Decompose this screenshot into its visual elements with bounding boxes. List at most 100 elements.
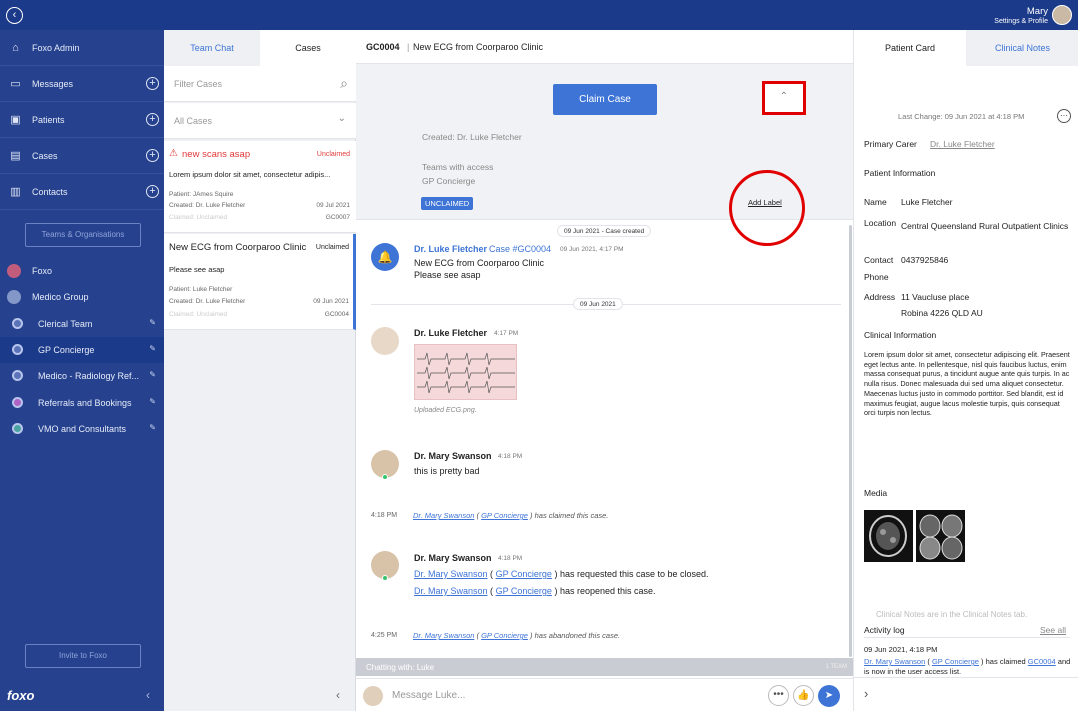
case-title: New ECG from Coorparoo Clinic — [169, 242, 307, 253]
case-card[interactable]: ⚠ new scans asap Unclaimed Lorem ipsum d… — [164, 141, 356, 233]
sidebar-item-patients[interactable]: ▣ Patients + — [0, 102, 164, 138]
add-patient-icon[interactable]: + — [146, 113, 159, 126]
ecg-image[interactable] — [414, 344, 517, 400]
tab-clinical-notes[interactable]: Clinical Notes — [966, 30, 1078, 66]
group-foxo[interactable]: Foxo — [0, 258, 164, 284]
search-icon[interactable]: ⌕ — [340, 75, 348, 92]
user-link[interactable]: Dr. Mary Swanson — [413, 631, 474, 640]
pin-icon[interactable]: ✎ — [149, 423, 156, 432]
teams-organisations-button[interactable]: Teams & Organisations — [25, 223, 141, 247]
primary-carer-link[interactable]: Dr. Luke Fletcher — [930, 139, 995, 149]
media-thumbnail[interactable] — [864, 510, 913, 562]
case-main: GC0004 | New ECG from Coorparoo Clinic ✆… — [356, 30, 1056, 711]
user-link[interactable]: Dr. Mary Swanson — [413, 511, 474, 520]
case-card-selected[interactable]: New ECG from Coorparoo Clinic Unclaimed … — [164, 234, 356, 330]
clinical-info-heading: Clinical Information — [864, 330, 937, 340]
patient-panel: Patient Card Clinical Notes Last Change:… — [853, 30, 1078, 711]
sidebar-item-label: Contacts — [32, 187, 68, 197]
paren-close: ) — [530, 511, 533, 520]
thumbs-up-icon[interactable]: 👍 — [793, 685, 814, 706]
sidebar-item-cases[interactable]: ▤ Cases + — [0, 138, 164, 174]
team-link[interactable]: GP Concierge — [481, 511, 528, 520]
chatting-teams: 1 TEAM — [825, 664, 847, 670]
message-text: Dr. Mary Swanson ( GP Concierge ) has re… — [414, 569, 709, 579]
see-all-link[interactable]: See all — [1040, 625, 1066, 635]
case-ref-link[interactable]: Case #GC0004 — [489, 244, 551, 254]
add-contact-icon[interactable]: + — [146, 185, 159, 198]
more-icon[interactable]: ··· — [1057, 109, 1071, 123]
team-medico-radiology[interactable]: Medico - Radiology Ref... ✎ — [0, 363, 164, 389]
user-link[interactable]: Dr. Mary Swanson — [414, 586, 488, 596]
settings-profile-link[interactable]: Settings & Profile — [994, 18, 1048, 25]
back-icon[interactable]: ‹ — [6, 7, 23, 24]
message-input[interactable]: Message Luke... — [392, 690, 465, 701]
pin-icon[interactable]: ✎ — [149, 397, 156, 406]
team-link[interactable]: GP Concierge — [932, 657, 979, 666]
patient-info-heading: Patient Information — [864, 168, 936, 178]
team-link[interactable]: GP Concierge — [496, 586, 552, 596]
sender-name[interactable]: Dr. Luke Fletcher — [414, 244, 487, 254]
add-message-icon[interactable]: + — [146, 77, 159, 90]
case-preview: Please see asap — [169, 265, 225, 274]
paren-open: ( — [476, 631, 480, 640]
sender-name[interactable]: Dr. Mary Swanson — [414, 553, 492, 563]
collapse-sidebar-icon[interactable]: ‹ — [146, 688, 150, 702]
pin-icon[interactable]: ✎ — [149, 370, 156, 379]
invite-button[interactable]: Invite to Foxo — [25, 644, 141, 668]
log-entry: Dr. Mary Swanson ( GP Concierge ) has cl… — [864, 657, 1074, 677]
message-time: 4:18 PM — [498, 453, 523, 460]
sidebar-item-messages[interactable]: ▭ Messages + — [0, 66, 164, 102]
case-link[interactable]: GC0004 — [1028, 657, 1056, 666]
paren-close: ) — [554, 586, 558, 596]
team-link[interactable]: GP Concierge — [496, 569, 552, 579]
send-icon[interactable]: ➤ — [818, 685, 840, 707]
chevron-right-icon[interactable]: › — [864, 686, 868, 701]
case-status: Unclaimed — [315, 244, 349, 251]
paren-open: ( — [927, 657, 930, 666]
add-label-link[interactable]: Add Label — [748, 198, 782, 207]
id-card-icon: ▣ — [10, 114, 21, 126]
message-composer: Message Luke... ••• 👍 ➤ — [356, 678, 853, 711]
chevron-down-icon: ⌄ — [337, 113, 346, 124]
pin-icon[interactable]: ✎ — [149, 344, 156, 353]
user-link[interactable]: Dr. Mary Swanson — [414, 569, 488, 579]
tab-cases[interactable]: Cases — [260, 30, 356, 66]
user-link[interactable]: Dr. Mary Swanson — [864, 657, 925, 666]
online-status-icon — [382, 575, 388, 581]
tab-patient-card[interactable]: Patient Card — [854, 30, 966, 66]
add-case-icon[interactable]: + — [146, 149, 159, 162]
paren-close: ) — [981, 657, 984, 666]
team-clerical[interactable]: Clerical Team ✎ — [0, 311, 164, 337]
all-cases-dropdown[interactable]: All Cases ⌄ — [164, 103, 356, 139]
tab-team-chat[interactable]: Team Chat — [164, 30, 260, 66]
case-date: 09 Jul 2021 — [316, 202, 350, 209]
collapse-chevron-up-icon[interactable]: ⌃ — [762, 81, 806, 115]
sidebar-item-foxo-admin[interactable]: ⌂ Foxo Admin — [0, 30, 164, 66]
chat-scrollbar[interactable] — [849, 225, 852, 657]
date-pill: 09 Jun 2021 — [573, 298, 623, 310]
mri-scan-image — [919, 514, 963, 560]
sender-name[interactable]: Dr. Luke Fletcher — [414, 328, 487, 338]
sender-name[interactable]: Dr. Mary Swanson — [414, 451, 492, 461]
team-icon — [12, 370, 23, 381]
paren-open: ( — [490, 569, 494, 579]
team-vmo-consultants[interactable]: VMO and Consultants ✎ — [0, 416, 164, 442]
contact-label: Contact — [864, 255, 894, 265]
filter-cases-input[interactable]: Filter Cases ⌕ — [164, 66, 356, 102]
team-label: Medico - Radiology Ref... — [38, 371, 140, 381]
media-thumbnail[interactable] — [916, 510, 965, 562]
group-medico[interactable]: Medico Group — [0, 284, 164, 310]
team-referrals-bookings[interactable]: Referrals and Bookings ✎ — [0, 390, 164, 416]
collapse-panel-icon[interactable]: ‹ — [336, 688, 340, 702]
more-options-icon[interactable]: ••• — [768, 685, 789, 706]
top-bar: ‹ Mary Settings & Profile — [0, 0, 1078, 30]
claim-case-button[interactable]: Claim Case — [553, 84, 657, 115]
team-link[interactable]: GP Concierge — [481, 631, 528, 640]
user-avatar[interactable] — [1052, 5, 1072, 25]
system-time: 4:25 PM — [371, 632, 398, 639]
pin-icon[interactable]: ✎ — [149, 318, 156, 327]
sidebar-item-contacts[interactable]: ▥ Contacts + — [0, 174, 164, 210]
team-gp-concierge[interactable]: GP Concierge ✎ — [0, 337, 164, 363]
case-status: Unclaimed — [316, 151, 350, 158]
user-name[interactable]: Mary — [1027, 6, 1048, 17]
